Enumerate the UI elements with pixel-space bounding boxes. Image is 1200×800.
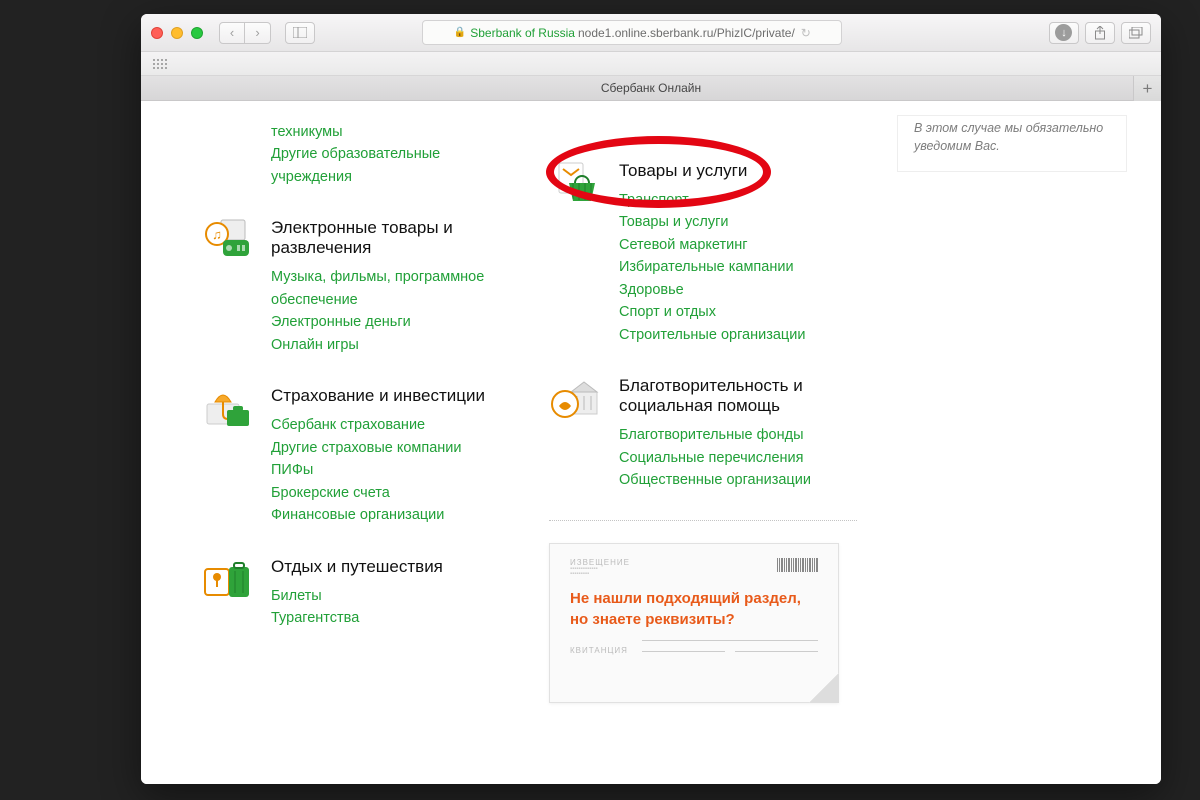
barcode-icon	[777, 558, 818, 572]
site-name: Sberbank of Russia	[470, 26, 575, 40]
orphan-links: техникумы Другие образовательные учрежде…	[271, 121, 509, 188]
tabs-icon	[1129, 27, 1143, 39]
svg-text:♫: ♫	[212, 227, 222, 242]
link-orphan-1[interactable]: Другие образовательные учреждения	[271, 143, 509, 188]
link[interactable]: Общественные организации	[619, 469, 857, 491]
sidebar-toggle-button[interactable]	[285, 22, 315, 44]
insurance-icon	[201, 384, 255, 432]
link[interactable]: Турагентства	[271, 607, 509, 629]
category-title: Отдых и путешествия	[271, 557, 509, 577]
nav-buttons: ‹ ›	[219, 22, 271, 44]
new-tab-button[interactable]: +	[1133, 76, 1161, 101]
forward-button[interactable]: ›	[245, 22, 271, 44]
url-path: node1.online.sberbank.ru/PhizIC/private/	[578, 26, 795, 40]
receipt-card[interactable]: ИЗВЕЩЕНИЕ ▪▪▪▪▪▪▪▪▪▪▪▪▪▪▪▪▪▪▪▪▪▪ Не нашл…	[549, 543, 839, 703]
link[interactable]: Транспорт	[619, 189, 857, 211]
page-curl-icon	[809, 673, 839, 703]
notice-box: В этом случае мы обязательно уведомим Ва…	[897, 115, 1127, 172]
category-travel: Отдых и путешествия Билеты Турагентства	[201, 555, 509, 630]
link[interactable]: Здоровье	[619, 279, 857, 301]
back-button[interactable]: ‹	[219, 22, 245, 44]
charity-icon	[549, 374, 603, 422]
address-bar[interactable]: 🔒 Sberbank of Russia node1.online.sberba…	[422, 20, 842, 45]
minimize-window-button[interactable]	[171, 27, 183, 39]
category-insurance: Страхование и инвестиции Сбербанк страхо…	[201, 384, 509, 526]
share-button[interactable]	[1085, 22, 1115, 44]
category-title: Электронные товары и развлечения	[271, 218, 509, 258]
sidebar-icon	[293, 27, 307, 38]
grip-icon[interactable]	[153, 59, 167, 69]
tab-bar: Сбербанк Онлайн +	[141, 76, 1161, 101]
category-title: Страхование и инвестиции	[271, 386, 509, 406]
link[interactable]: Билеты	[271, 585, 509, 607]
titlebar: ‹ › 🔒 Sberbank of Russia node1.online.sb…	[141, 14, 1161, 52]
travel-icon	[201, 555, 255, 603]
entertainment-icon: ♫	[201, 216, 255, 264]
receipt-label: КВИТАНЦИЯ	[570, 646, 628, 655]
link[interactable]: Сбербанк страхование	[271, 414, 509, 436]
link[interactable]: Строительные организации	[619, 324, 857, 346]
lock-icon: 🔒	[454, 27, 466, 38]
link[interactable]: Спорт и отдых	[619, 301, 857, 323]
link[interactable]: Электронные деньги	[271, 311, 509, 333]
category-title: Товары и услуги	[619, 161, 857, 181]
category-title: Благотворительность и социальная помощь	[619, 376, 857, 416]
share-icon	[1094, 26, 1106, 40]
receipt-decor: ▪▪▪▪▪▪▪▪▪▪▪▪▪▪▪▪▪▪▪▪▪▪	[570, 567, 630, 578]
link[interactable]: Товары и услуги	[619, 211, 857, 233]
divider	[549, 520, 857, 521]
maximize-window-button[interactable]	[191, 27, 203, 39]
tab-title[interactable]: Сбербанк Онлайн	[601, 81, 701, 95]
toolbar-right: ↓	[1049, 22, 1151, 44]
category-charity: Благотворительность и социальная помощь …	[549, 374, 857, 491]
sidebar: В этом случае мы обязательно уведомим Ва…	[897, 121, 1127, 172]
download-icon: ↓	[1055, 24, 1072, 41]
link[interactable]: Избирательные кампании	[619, 256, 857, 278]
link[interactable]: Онлайн игры	[271, 334, 509, 356]
browser-window: ‹ › 🔒 Sberbank of Russia node1.online.sb…	[141, 14, 1161, 784]
close-window-button[interactable]	[151, 27, 163, 39]
link[interactable]: Брокерские счета	[271, 482, 509, 504]
link-orphan-0[interactable]: техникумы	[271, 121, 509, 143]
favorites-bar	[141, 52, 1161, 76]
link[interactable]: Благотворительные фонды	[619, 424, 857, 446]
link[interactable]: Финансовые организации	[271, 504, 509, 526]
window-controls	[151, 27, 203, 39]
tabs-button[interactable]	[1121, 22, 1151, 44]
link[interactable]: ПИФы	[271, 459, 509, 481]
downloads-button[interactable]: ↓	[1049, 22, 1079, 44]
receipt-title: Не нашли подходящий раздел, но знаете ре…	[570, 589, 818, 630]
link[interactable]: Другие страховые компании	[271, 437, 509, 459]
right-column: Товары и услуги Транспорт Товары и услуг…	[549, 121, 857, 703]
notice-text: В этом случае мы обязательно уведомим Ва…	[914, 121, 1103, 153]
link[interactable]: Музыка, фильмы, программное обеспечение	[271, 266, 509, 311]
category-goods: Товары и услуги Транспорт Товары и услуг…	[549, 159, 857, 346]
reader-icon[interactable]: ↻	[801, 26, 811, 40]
link[interactable]: Социальные перечисления	[619, 447, 857, 469]
link[interactable]: Сетевой маркетинг	[619, 234, 857, 256]
goods-icon	[549, 159, 603, 207]
category-entertainment: ♫ Электронные товары и развлечения Музык…	[201, 216, 509, 356]
page-content: техникумы Другие образовательные учрежде…	[141, 101, 1161, 784]
left-column: техникумы Другие образовательные учрежде…	[201, 121, 509, 658]
